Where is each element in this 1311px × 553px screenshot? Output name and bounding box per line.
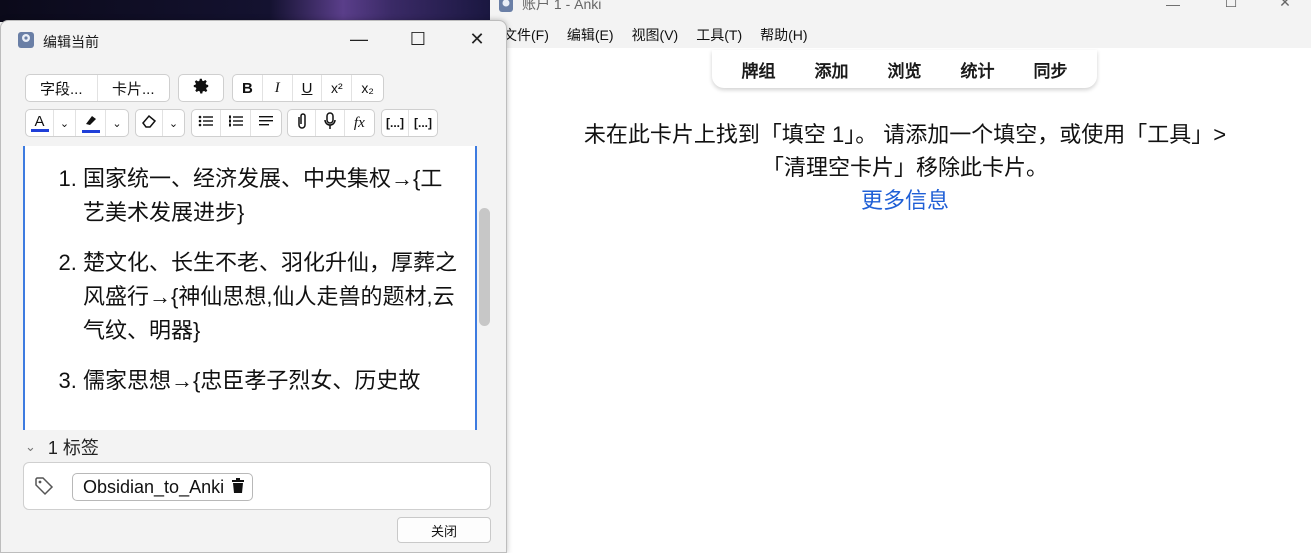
remove-format-button[interactable] xyxy=(136,110,163,136)
list-item: 楚文化、长生不老、羽化升仙，厚葬之风盛行→{神仙思想,仙人走兽的题材,云气纹、明… xyxy=(83,246,463,348)
trash-icon[interactable] xyxy=(232,477,245,498)
maximize-icon[interactable]: ☐ xyxy=(403,29,433,51)
tab-stats[interactable]: 统计 xyxy=(961,57,995,82)
highlighter-icon xyxy=(83,113,99,130)
tag-label: Obsidian_to_Anki xyxy=(83,476,225,497)
menu-help[interactable]: 帮助(H) xyxy=(751,25,816,45)
main-window-title: 账户 1 - Anki xyxy=(522,0,602,12)
fields-button[interactable]: 字段... xyxy=(26,75,98,101)
text-color-dropdown[interactable]: ⌄ xyxy=(54,110,76,136)
tag-editor[interactable]: Obsidian_to_Anki xyxy=(23,462,491,510)
gear-icon xyxy=(192,77,210,100)
tab-decks[interactable]: 牌组 xyxy=(742,57,776,82)
superscript-button[interactable]: x² xyxy=(322,75,353,101)
tags-header[interactable]: ⌄ 1 标签 xyxy=(25,434,99,460)
top-tab-bar: 牌组 添加 浏览 统计 同步 xyxy=(712,50,1097,88)
cloze-button[interactable]: [...] xyxy=(382,110,410,136)
tab-add[interactable]: 添加 xyxy=(815,57,849,82)
text-format-group: B I U x² x₂ xyxy=(232,74,384,102)
list-item: 国家统一、经济发展、中央集权→{工艺美术发展进步} xyxy=(83,162,463,230)
underline-button[interactable]: U xyxy=(293,75,323,101)
scrollbar-thumb[interactable] xyxy=(479,208,490,326)
remove-format-dropdown[interactable]: ⌄ xyxy=(163,110,184,136)
list-group xyxy=(191,109,282,137)
subscript-button[interactable]: x₂ xyxy=(352,75,383,101)
minimize-icon[interactable]: — xyxy=(1150,0,1196,12)
tab-sync[interactable]: 同步 xyxy=(1034,57,1068,82)
anki-app-icon xyxy=(17,31,35,54)
align-button[interactable] xyxy=(251,110,281,136)
eraser-group: ⌄ xyxy=(135,109,185,137)
cloze-same-button[interactable]: [...] xyxy=(409,110,437,136)
message-line-1: 未在此卡片上找到「填空 1」。 请添加一个填空，或使用「工具」> xyxy=(583,122,1227,147)
main-window-titlebar: 账户 1 - Anki — ☐ ✕ xyxy=(490,0,1311,22)
text-color-letter: A xyxy=(34,112,45,130)
field-editor[interactable]: 国家统一、经济发展、中央集权→{工艺美术发展进步} 楚文化、长生不老、羽化升仙，… xyxy=(23,146,477,430)
close-icon[interactable]: ✕ xyxy=(1262,0,1308,10)
highlight-color-dropdown[interactable]: ⌄ xyxy=(106,110,128,136)
bold-button[interactable]: B xyxy=(233,75,263,101)
anki-app-icon xyxy=(498,0,514,21)
chevron-down-icon: ⌄ xyxy=(59,117,70,130)
color-group: A ⌄ ⌄ xyxy=(25,109,129,137)
fields-cards-group: 字段... 卡片... xyxy=(25,74,170,102)
desktop-background xyxy=(0,0,490,22)
mathjax-button[interactable]: fx xyxy=(345,110,374,136)
ordered-list-button[interactable] xyxy=(221,110,251,136)
chevron-down-icon: ⌄ xyxy=(168,117,179,130)
highlight-color-button[interactable] xyxy=(76,110,106,136)
menu-view[interactable]: 视图(V) xyxy=(623,25,688,45)
tab-browse[interactable]: 浏览 xyxy=(888,57,922,82)
more-info-link[interactable]: 更多信息 xyxy=(861,188,949,213)
text-color-button[interactable]: A xyxy=(26,110,54,136)
minimize-icon[interactable]: — xyxy=(344,29,374,51)
maximize-icon[interactable]: ☐ xyxy=(1208,0,1254,10)
edit-window-title: 编辑当前 xyxy=(43,34,99,50)
highlight-color-swatch xyxy=(81,130,100,133)
cloze-group: [...] [...] xyxy=(381,109,438,137)
tags-count: 1 标签 xyxy=(47,438,99,458)
unordered-list-button[interactable] xyxy=(192,110,222,136)
menu-edit[interactable]: 编辑(E) xyxy=(558,25,623,45)
microphone-icon xyxy=(323,112,337,134)
list-item: 儒家思想→{忠臣孝子烈女、历史故 xyxy=(83,364,463,398)
menu-tools[interactable]: 工具(T) xyxy=(687,25,751,45)
cards-button[interactable]: 卡片... xyxy=(98,75,170,101)
main-content: 牌组 添加 浏览 统计 同步 未在此卡片上找到「填空 1」。 请添加一个填空，或… xyxy=(490,48,1311,553)
align-left-icon xyxy=(258,114,274,132)
close-button[interactable]: 关闭 xyxy=(397,517,491,543)
tag-icon xyxy=(34,476,54,501)
options-button[interactable] xyxy=(178,74,224,102)
numbered-list: 国家统一、经济发展、中央集权→{工艺美术发展进步} 楚文化、长生不老、羽化升仙，… xyxy=(25,162,475,398)
edit-window-titlebar: 编辑当前 — ☐ ✕ xyxy=(1,21,506,59)
eraser-icon xyxy=(141,113,157,133)
message-line-2: 「清理空卡片」移除此卡片。 xyxy=(761,155,1048,180)
card-error-message: 未在此卡片上找到「填空 1」。 请添加一个填空，或使用「工具」> 「清理空卡片」… xyxy=(510,118,1300,217)
paperclip-icon xyxy=(296,112,308,134)
italic-button[interactable]: I xyxy=(263,75,293,101)
attach-button[interactable] xyxy=(288,110,317,136)
record-audio-button[interactable] xyxy=(316,110,345,136)
editor-scrollbar[interactable] xyxy=(477,146,492,430)
chevron-down-icon: ⌄ xyxy=(25,439,36,454)
close-icon[interactable]: ✕ xyxy=(462,29,492,51)
bullet-list-icon xyxy=(198,114,214,132)
menu-bar: 文件(F) 编辑(E) 视图(V) 工具(T) 帮助(H) xyxy=(490,22,1311,48)
text-color-swatch xyxy=(30,128,49,132)
media-group: fx xyxy=(287,109,375,137)
chevron-down-icon: ⌄ xyxy=(112,117,122,130)
numbered-list-icon xyxy=(228,114,244,132)
edit-current-window: 编辑当前 — ☐ ✕ 字段... 卡片... B I U x² x₂ A ⌄ ⌄ xyxy=(0,20,507,553)
tag-pill[interactable]: Obsidian_to_Anki xyxy=(72,473,254,501)
